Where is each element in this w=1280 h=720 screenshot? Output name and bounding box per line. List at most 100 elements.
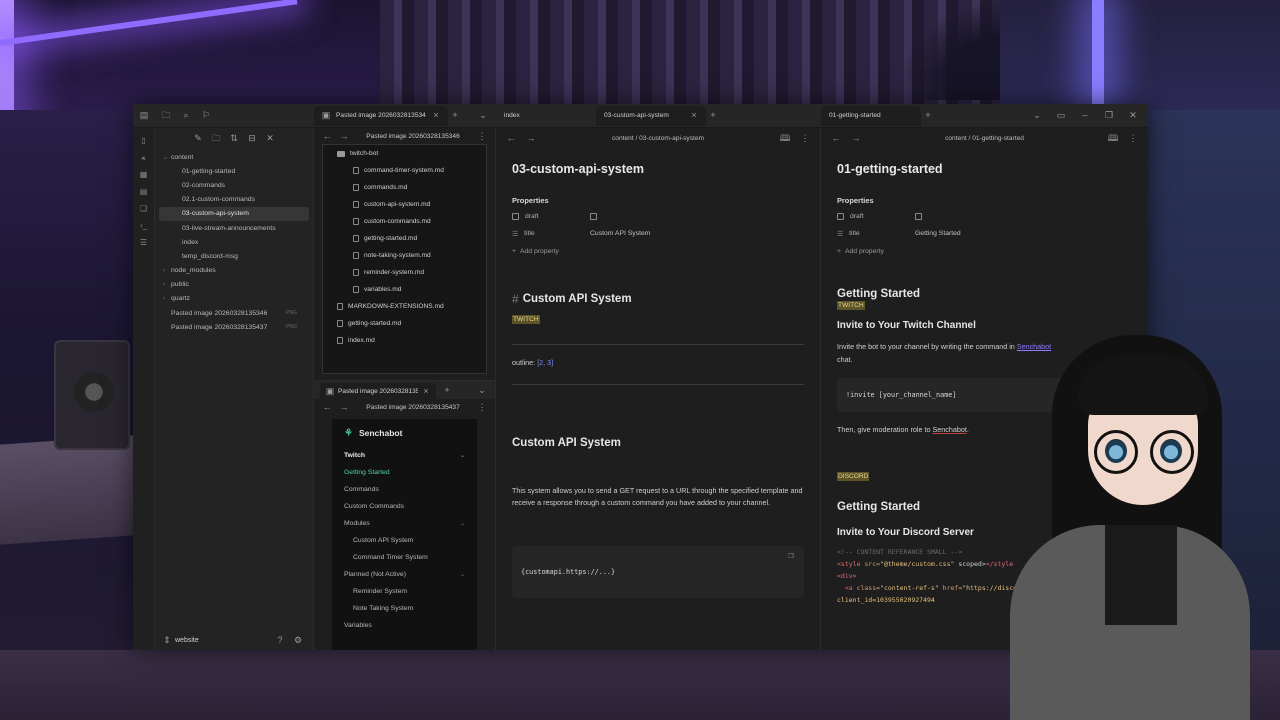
more-icon[interactable]: ⋮ <box>798 131 812 145</box>
terminal-icon[interactable]: ›_ <box>137 219 151 233</box>
tree-item[interactable]: › public <box>159 278 309 292</box>
back-icon[interactable]: ← <box>320 400 334 414</box>
tab-03-custom-api-system[interactable]: 03-custom-api-system × <box>596 105 706 126</box>
layout-icon[interactable]: ▭ <box>1054 109 1068 123</box>
chevron-down-icon[interactable]: ⌄ <box>1030 109 1044 123</box>
site-nav-item: Note Taking System <box>332 600 477 617</box>
note-title[interactable]: 01-getting-started <box>837 162 1132 188</box>
file-label: custom-api-system.md <box>364 201 431 208</box>
search-icon[interactable]: ⌕ <box>179 109 193 123</box>
nav-row: ← → Pasted image 20260328135346 ⋮ <box>314 128 495 144</box>
draft-checkbox[interactable] <box>590 213 597 220</box>
sidebar-toggle-icon[interactable]: ▤ <box>137 109 151 123</box>
property-key: title <box>524 230 535 237</box>
tab-01-getting-started[interactable]: 01-getting-started <box>821 105 921 126</box>
close-icon[interactable]: ✕ <box>263 131 277 145</box>
close-window-icon[interactable]: ✕ <box>1126 109 1140 123</box>
note-pane-getting-started: ← → content / 01-getting-started 🕮 ⋮ 01-… <box>821 128 1148 650</box>
sort-icon[interactable]: ⇅ <box>227 131 241 145</box>
restore-icon[interactable]: ❐ <box>1102 109 1116 123</box>
file-ext-badge: PNG <box>286 310 297 317</box>
site-nav-label: Commands <box>344 486 379 493</box>
site-nav-item: Commands <box>332 481 477 498</box>
add-property-button[interactable]: + Add property <box>837 242 1132 260</box>
property-draft[interactable]: draft <box>512 208 804 225</box>
chevron-down-icon[interactable]: ⌄ <box>476 109 490 123</box>
settings-icon[interactable]: ⚙ <box>291 633 305 647</box>
template-icon[interactable]: ☰ <box>137 236 151 250</box>
draft-checkbox[interactable] <box>915 213 922 220</box>
site-nav-item: Twitch ⌄ <box>332 447 477 464</box>
new-tab-icon[interactable]: + <box>448 109 462 123</box>
file-icon[interactable]: ▯ <box>137 134 151 148</box>
forward-icon[interactable]: → <box>524 131 538 145</box>
back-icon[interactable]: ← <box>829 131 843 145</box>
back-icon[interactable]: ← <box>504 131 518 145</box>
close-icon[interactable]: × <box>422 384 430 398</box>
source-line: <style src="@theme/custom.css" scoped></… <box>837 558 1132 570</box>
calendar-icon[interactable]: ▤ <box>137 185 151 199</box>
note-title[interactable]: 03-custom-api-system <box>512 162 804 188</box>
tree-item[interactable]: ⌄ content <box>159 150 309 164</box>
forward-icon[interactable]: → <box>849 131 863 145</box>
tree-item-label: temp_discord-msg <box>182 252 238 260</box>
property-title[interactable]: ☰ title Custom API System <box>512 225 804 242</box>
forward-icon[interactable]: → <box>337 400 351 414</box>
properties-count[interactable]: 2 prope <box>1114 638 1134 644</box>
explorer-toolbar: ✎ 🗀 ⇅ ⊟ ✕ <box>155 128 313 148</box>
tree-item[interactable]: 02-commands <box>159 178 309 192</box>
new-tab-icon[interactable]: + <box>921 109 935 123</box>
new-tab-icon[interactable]: + <box>706 109 720 123</box>
copy-icon[interactable]: ❏ <box>137 202 151 216</box>
add-property-button[interactable]: + Add property <box>512 242 804 260</box>
tab-pasted-image[interactable]: ▣ Pasted image 20260328135346 × <box>314 105 448 126</box>
plus-icon: + <box>837 247 841 255</box>
new-tab-icon[interactable]: + <box>440 383 454 397</box>
close-icon[interactable]: × <box>432 109 440 123</box>
property-value[interactable]: Custom API System <box>590 230 650 237</box>
tree-item[interactable]: 01-getting-started <box>159 164 309 178</box>
tree-item[interactable]: temp_discord-msg <box>159 249 309 263</box>
help-icon[interactable]: ? <box>273 633 287 647</box>
note-pane-custom-api: ← → content / 03-custom-api-system 🕮 ⋮ 0… <box>496 128 821 650</box>
collapse-icon[interactable]: ⊟ <box>245 131 259 145</box>
forward-icon[interactable]: → <box>337 129 351 143</box>
copy-icon[interactable]: ❐ <box>784 550 798 564</box>
tab-label: 01-getting-started <box>829 112 881 119</box>
back-icon[interactable]: ← <box>320 129 334 143</box>
tree-item[interactable]: Pasted image 20260328135437 PNG <box>159 320 309 334</box>
more-icon[interactable]: ⋮ <box>475 400 489 414</box>
new-note-icon[interactable]: ✎ <box>191 131 205 145</box>
tree-item[interactable]: 03-live-stream-announcements <box>159 221 309 235</box>
backlinks-count[interactable]: 0 backlinks <box>1078 638 1107 644</box>
more-icon[interactable]: ⋮ <box>475 129 489 143</box>
tree-item[interactable]: Pasted image 20260328135346 PNG <box>159 306 309 320</box>
minimize-icon[interactable]: – <box>1078 109 1092 123</box>
tree-item[interactable]: › node_modules <box>159 264 309 278</box>
site-nav-label: Getting Started <box>344 469 390 476</box>
more-icon[interactable]: ⋮ <box>1126 131 1140 145</box>
property-draft[interactable]: draft <box>837 208 1132 225</box>
heading-2: Custom API System <box>512 436 621 449</box>
outline-value[interactable]: [2, 3] <box>537 358 553 367</box>
tree-item[interactable]: index <box>159 235 309 249</box>
vault-switcher[interactable]: ⇕ website ? ⚙ <box>155 630 313 650</box>
chevron-down-icon[interactable]: ⌄ <box>475 383 489 397</box>
folder-icon[interactable]: 🗀 <box>159 109 173 123</box>
tree-item[interactable]: › quartz <box>159 292 309 306</box>
bookmark-icon[interactable]: ⚐ <box>199 109 213 123</box>
reading-view-icon[interactable]: 🕮 <box>778 131 792 145</box>
tab-index[interactable]: index <box>496 106 596 126</box>
tree-item[interactable]: 02.1-custom-commands <box>159 193 309 207</box>
properties-heading: Properties <box>837 195 874 205</box>
property-title[interactable]: ☰ title Getting Started <box>837 225 1132 242</box>
graph-icon[interactable]: ⚹ <box>137 151 151 165</box>
close-icon[interactable]: × <box>690 109 698 123</box>
new-folder-icon[interactable]: 🗀 <box>209 131 223 145</box>
property-value[interactable]: Getting Started <box>915 230 961 237</box>
tab-pasted-image-2[interactable]: ▣ Pasted image 20260328135437 × <box>320 383 436 399</box>
canvas-icon[interactable]: ▦ <box>137 168 151 182</box>
reading-view-icon[interactable]: 🕮 <box>1106 131 1120 145</box>
senchabot-link[interactable]: Senchabot <box>1017 342 1051 351</box>
tree-item[interactable]: 03-custom-api-system <box>159 206 309 221</box>
